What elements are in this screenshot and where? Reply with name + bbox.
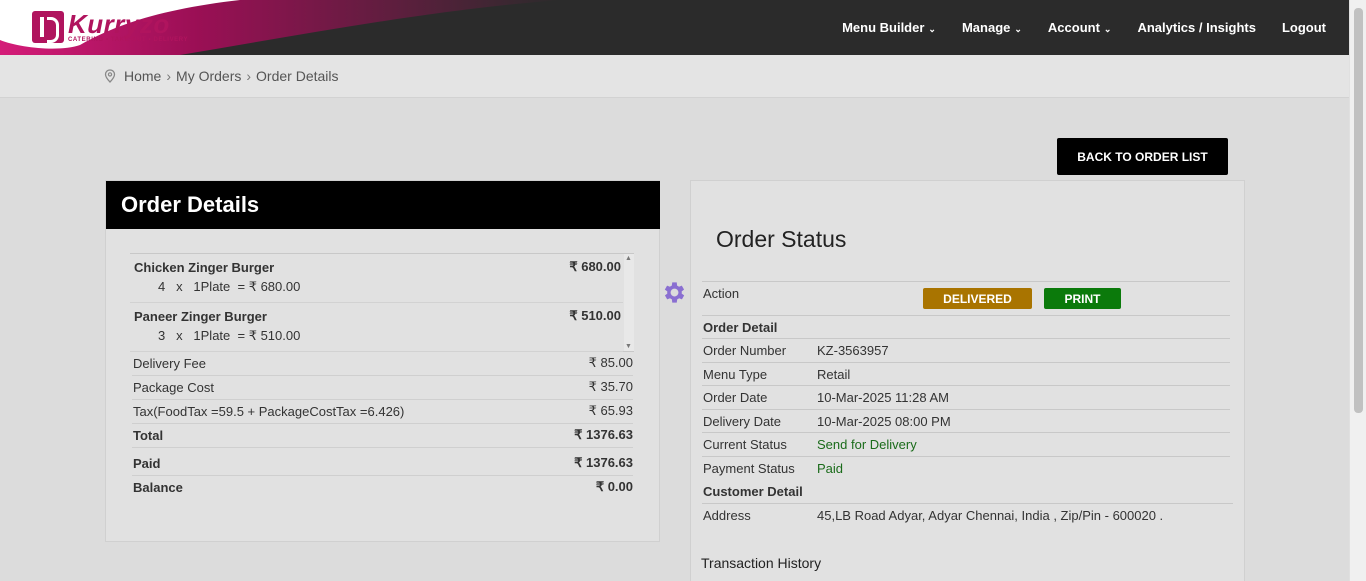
action-label: Action <box>703 286 740 301</box>
logo-icon <box>32 11 64 43</box>
tax-row: Tax(FoodTax =59.5 + PackageCostTax =6.42… <box>132 400 633 424</box>
address-row: Address 45,LB Road Adyar, Adyar Chennai,… <box>702 503 1233 527</box>
item-price: ₹ 680.00 <box>569 259 621 274</box>
current-status-row: Current Status Send for Delivery <box>702 432 1230 456</box>
chevron-down-icon: ⌄ <box>928 24 936 34</box>
breadcrumb-home[interactable]: Home <box>124 68 161 84</box>
scrollbar-thumb[interactable] <box>1354 8 1363 413</box>
delivery-fee-value: ₹ 85.00 <box>588 355 633 370</box>
paid-row: Paid ₹ 1376.63 <box>132 452 633 476</box>
transaction-history-heading: Transaction History <box>701 555 822 571</box>
order-detail-heading: Order Detail <box>703 320 778 335</box>
payment-status-value: Paid <box>817 461 844 476</box>
order-items-list: Chicken Zinger Burger 4 x 1Plate = ₹ 680… <box>130 253 634 352</box>
order-details-title: Order Details <box>106 181 660 229</box>
menu-type-label: Menu Type <box>703 367 768 382</box>
item-price: ₹ 510.00 <box>569 308 621 323</box>
order-status-title: Order Status <box>716 226 847 252</box>
main-nav: Menu Builder ⌄ Manage ⌄ Account ⌄ Analytics… <box>816 0 1326 55</box>
payment-status-label: Payment Status <box>703 461 795 476</box>
current-status-label: Current Status <box>703 437 787 452</box>
balance-label: Balance <box>133 480 183 495</box>
nav-manage[interactable]: Manage ⌄ <box>962 20 1022 35</box>
delivery-date-row: Delivery Date 10-Mar-2025 08:00 PM <box>702 409 1230 432</box>
scroll-down-icon[interactable]: ▼ <box>625 343 632 350</box>
item-calculation: 4 x 1Plate = ₹ 680.00 <box>158 279 301 294</box>
breadcrumb-separator: › <box>246 68 252 84</box>
scroll-up-icon[interactable]: ▲ <box>625 255 632 262</box>
brand-tagline: CATERING • TAKE-OUT • DELIVERY <box>68 37 189 43</box>
nav-account[interactable]: Account ⌄ <box>1048 20 1112 35</box>
order-details-panel: Order Details Chicken Zinger Burger 4 x … <box>105 180 660 542</box>
menu-type-value: Retail <box>817 367 851 382</box>
list-item: Paneer Zinger Burger 3 x 1Plate = ₹ 510.… <box>130 303 623 352</box>
customer-detail-heading-row: Customer Detail <box>702 480 1230 503</box>
order-detail-heading-row: Order Detail <box>702 315 1230 338</box>
print-button[interactable]: PRINT <box>1044 288 1121 309</box>
breadcrumb-bar: Home › My Orders › Order Details <box>0 55 1349 98</box>
list-item: Chicken Zinger Burger 4 x 1Plate = ₹ 680… <box>130 254 623 303</box>
delivery-date-value: 10-Mar-2025 08:00 PM <box>817 414 951 429</box>
order-date-label: Order Date <box>703 390 768 405</box>
delivery-fee-row: Delivery Fee ₹ 85.00 <box>132 352 633 376</box>
breadcrumb-current: Order Details <box>256 68 339 84</box>
brand-logo[interactable]: Kurryzo CATERING • TAKE-OUT • DELIVERY <box>32 9 188 45</box>
breadcrumb: Home › My Orders › Order Details <box>103 68 339 84</box>
balance-value: ₹ 0.00 <box>595 479 633 494</box>
item-name: Paneer Zinger Burger <box>134 309 267 324</box>
order-date-row: Order Date 10-Mar-2025 11:28 AM <box>702 385 1230 409</box>
package-cost-value: ₹ 35.70 <box>588 379 633 394</box>
item-calculation: 3 x 1Plate = ₹ 510.00 <box>158 328 301 343</box>
gear-icon[interactable] <box>661 279 688 306</box>
balance-row: Balance ₹ 0.00 <box>132 476 633 500</box>
order-number-row: Order Number KZ-3563957 <box>702 338 1230 362</box>
item-name: Chicken Zinger Burger <box>134 260 275 275</box>
paid-label: Paid <box>133 456 161 471</box>
nav-menu-builder[interactable]: Menu Builder ⌄ <box>842 20 936 35</box>
paid-value: ₹ 1376.63 <box>574 455 633 470</box>
customer-detail-heading: Customer Detail <box>703 484 803 499</box>
breadcrumb-separator: › <box>166 68 172 84</box>
nav-analytics[interactable]: Analytics / Insights <box>1137 20 1255 35</box>
order-status-panel: Order Status Action DELIVERED PRINT Orde… <box>690 180 1245 581</box>
back-to-order-list-button[interactable]: BACK TO ORDER LIST <box>1057 138 1228 175</box>
delivered-button[interactable]: DELIVERED <box>923 288 1032 309</box>
address-label: Address <box>703 508 751 523</box>
tax-label: Tax(FoodTax =59.5 + PackageCostTax =6.42… <box>133 404 405 419</box>
order-date-value: 10-Mar-2025 11:28 AM <box>817 390 949 405</box>
delivery-fee-label: Delivery Fee <box>133 356 206 371</box>
package-cost-label: Package Cost <box>133 380 214 395</box>
address-value: 45,LB Road Adyar, Adyar Chennai, India ,… <box>817 508 1164 523</box>
nav-logout[interactable]: Logout <box>1282 20 1326 35</box>
payment-status-row: Payment Status Paid <box>702 456 1230 480</box>
package-cost-row: Package Cost ₹ 35.70 <box>132 376 633 400</box>
breadcrumb-my-orders[interactable]: My Orders <box>176 68 241 84</box>
location-pin-icon <box>104 69 116 83</box>
brand-name: Kurryzo <box>68 9 170 39</box>
top-navbar: Kurryzo CATERING • TAKE-OUT • DELIVERY M… <box>0 0 1349 55</box>
delivery-date-label: Delivery Date <box>703 414 782 429</box>
items-scrollbar[interactable]: ▲ ▼ <box>624 254 634 351</box>
total-value: ₹ 1376.63 <box>574 427 633 442</box>
order-number-label: Order Number <box>703 343 787 358</box>
tax-value: ₹ 65.93 <box>588 403 633 418</box>
chevron-down-icon: ⌄ <box>1014 24 1022 34</box>
order-number-value: KZ-3563957 <box>817 343 889 358</box>
total-row: Total ₹ 1376.63 <box>132 424 633 448</box>
chevron-down-icon: ⌄ <box>1103 24 1112 34</box>
menu-type-row: Menu Type Retail <box>702 362 1230 385</box>
action-row: Action DELIVERED PRINT <box>702 281 1230 315</box>
page-scrollbar[interactable] <box>1349 0 1366 581</box>
total-label: Total <box>133 428 164 443</box>
current-status-value: Send for Delivery <box>817 437 917 452</box>
